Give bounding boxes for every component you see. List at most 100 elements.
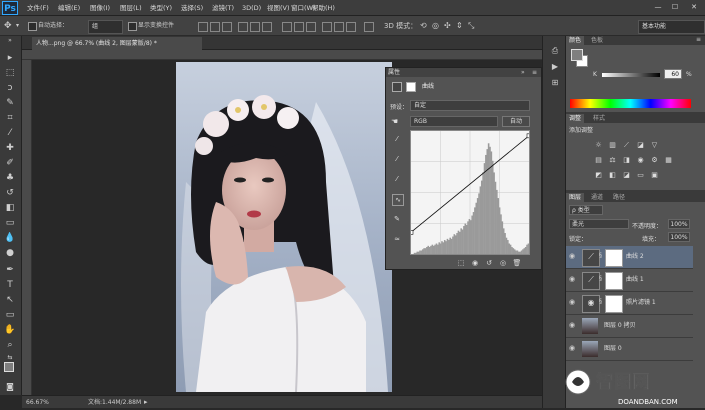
color-spectrum-bar[interactable] — [570, 99, 691, 108]
eye-icon[interactable]: ◉ — [569, 298, 575, 306]
3d-roll-icon[interactable]: ◎ — [432, 20, 439, 32]
actions-panel-icon[interactable]: ▶ — [548, 62, 562, 74]
auto-align-icon[interactable] — [364, 22, 374, 32]
history-panel-icon[interactable]: ⎙ — [548, 46, 562, 58]
channel-mixer-icon[interactable]: ⚙ — [650, 156, 659, 164]
pen-tool-icon[interactable]: ✒ — [3, 264, 17, 276]
hand-tool-icon[interactable]: ✋ — [3, 324, 17, 336]
menu-select[interactable]: 选择(S) — [181, 0, 203, 16]
3d-slide-icon[interactable]: ⇕ — [456, 20, 463, 32]
gradient-tool-icon[interactable]: ▭ — [3, 217, 17, 229]
chevron-down-icon[interactable]: ▾ — [16, 20, 19, 32]
preset-dropdown[interactable]: 自定 — [410, 100, 530, 111]
auto-select-dropdown[interactable]: 组 — [88, 20, 123, 34]
document-tab[interactable]: 人物...png @ 66.7% (曲线 2, 图层蒙版/8) * — [32, 37, 202, 50]
eyedropper-gray-icon[interactable]: ⁄ — [392, 154, 402, 164]
channel-dropdown[interactable]: RGB — [410, 116, 498, 127]
minimize-button[interactable]: — — [652, 2, 664, 13]
link-icon[interactable]: § — [599, 298, 602, 305]
collapse-icon[interactable]: » — [3, 38, 17, 44]
properties-panel-icon[interactable]: ⊞ — [548, 78, 562, 90]
color-balance-icon[interactable]: ⚖ — [608, 156, 617, 164]
layer-row[interactable]: ◉ 图层 0 拷贝 — [566, 315, 693, 338]
distribute-bottom-icon[interactable] — [306, 22, 316, 32]
marquee-tool-icon[interactable]: ⬚ — [3, 67, 17, 79]
menu-file[interactable]: 文件(F) — [27, 0, 49, 16]
eye-icon[interactable]: ◉ — [569, 344, 575, 352]
fill-input[interactable]: 100% — [668, 232, 690, 242]
pencil-draw-icon[interactable]: ✎ — [392, 214, 402, 224]
brush-tool-icon[interactable]: ✐ — [3, 157, 17, 169]
blend-mode-dropdown[interactable]: 柔光 — [569, 219, 629, 229]
target-adjust-hand-icon[interactable]: ☚ — [391, 117, 398, 126]
view-previous-icon[interactable]: ◉ — [470, 258, 480, 268]
workspace-dropdown[interactable]: 基本功能 — [638, 20, 705, 34]
link-icon[interactable]: § — [599, 275, 602, 282]
move-tool-icon[interactable]: ✥ — [4, 20, 12, 32]
eye-icon[interactable]: ◉ — [569, 275, 575, 283]
quick-mask-icon[interactable]: ◙ — [3, 381, 17, 393]
layer-mask-thumbnail[interactable] — [605, 272, 623, 290]
curves-adjustment-icon[interactable] — [392, 82, 402, 92]
3d-drag-icon[interactable]: ✣ — [444, 20, 451, 32]
eyedropper-tool-icon[interactable]: ⁄ — [3, 127, 17, 139]
align-top-icon[interactable] — [198, 22, 208, 32]
menu-3d[interactable]: 3D(D) — [242, 0, 261, 16]
document-photo[interactable] — [176, 62, 392, 392]
tab-color[interactable]: 颜色 — [566, 36, 585, 45]
delete-icon[interactable]: 🗑 — [512, 258, 522, 268]
vibrance-icon[interactable]: ▽ — [650, 141, 659, 149]
close-button[interactable]: ✕ — [688, 2, 700, 13]
brightness-icon[interactable]: ☼ — [594, 141, 603, 149]
healing-brush-tool-icon[interactable]: ✚ — [3, 142, 17, 154]
hue-saturation-icon[interactable]: ▤ — [594, 156, 603, 164]
align-hcenter-icon[interactable] — [250, 22, 260, 32]
align-vcenter-icon[interactable] — [210, 22, 220, 32]
invert-icon[interactable]: ◩ — [594, 171, 603, 179]
quick-select-tool-icon[interactable]: ✎ — [3, 97, 17, 109]
menu-layer[interactable]: 图层(L) — [120, 0, 142, 16]
eyedropper-white-icon[interactable]: ⁄ — [392, 174, 402, 184]
align-left-icon[interactable] — [238, 22, 248, 32]
black-white-icon[interactable]: ◨ — [622, 156, 631, 164]
menu-type[interactable]: 类型(Y) — [150, 0, 172, 16]
layer-filter-dropdown[interactable]: ρ 类型 — [569, 205, 603, 215]
visibility-icon[interactable]: ◎ — [498, 258, 508, 268]
link-icon[interactable]: § — [599, 252, 602, 259]
k-slider-track[interactable] — [602, 73, 660, 77]
panel-menu-icon[interactable]: ≡ — [696, 36, 701, 43]
dodge-tool-icon[interactable]: ● — [3, 247, 17, 259]
maximize-button[interactable]: ☐ — [669, 2, 681, 13]
distribute-hcenter-icon[interactable] — [334, 22, 344, 32]
eye-icon[interactable]: ◉ — [569, 321, 575, 329]
threshold-icon[interactable]: ◪ — [622, 171, 631, 179]
curves-graph[interactable] — [408, 130, 532, 255]
clone-stamp-tool-icon[interactable]: ♣ — [3, 172, 17, 184]
clip-to-layer-icon[interactable]: ⬚ — [456, 258, 466, 268]
curve-points-icon[interactable]: ∿ — [392, 194, 404, 206]
crop-tool-icon[interactable]: ⌗ — [3, 112, 17, 124]
collapse-icon[interactable]: » — [521, 68, 525, 77]
3d-rotate-icon[interactable]: ⟲ — [420, 20, 427, 32]
distribute-left-icon[interactable] — [322, 22, 332, 32]
eraser-tool-icon[interactable]: ◧ — [3, 202, 17, 214]
menu-image[interactable]: 图像(I) — [90, 0, 110, 16]
eyedropper-black-icon[interactable]: ⁄ — [392, 134, 402, 144]
photo-filter-icon[interactable]: ◉ — [636, 156, 645, 164]
align-bottom-icon[interactable] — [222, 22, 232, 32]
menu-help[interactable]: 帮助(H) — [312, 0, 335, 16]
tab-channels[interactable]: 通道 — [588, 193, 606, 202]
lasso-tool-icon[interactable]: ↄ — [3, 82, 17, 94]
show-transform-checkbox[interactable] — [128, 22, 137, 31]
posterize-icon[interactable]: ◧ — [608, 171, 617, 179]
layer-mask-thumbnail[interactable] — [605, 295, 623, 313]
smooth-icon[interactable]: ≈ — [392, 234, 402, 244]
color-lookup-icon[interactable]: ▦ — [664, 156, 673, 164]
blur-tool-icon[interactable]: 💧 — [3, 232, 17, 244]
zoom-level[interactable]: 66.67% — [26, 396, 49, 409]
tab-adjustments[interactable]: 调整 — [566, 114, 585, 123]
layer-mask-thumbnail[interactable] — [605, 249, 623, 267]
layer-row[interactable]: ◉ ◉ § 照片滤镜 1 — [566, 292, 693, 315]
distribute-right-icon[interactable] — [346, 22, 356, 32]
distribute-top-icon[interactable] — [282, 22, 292, 32]
